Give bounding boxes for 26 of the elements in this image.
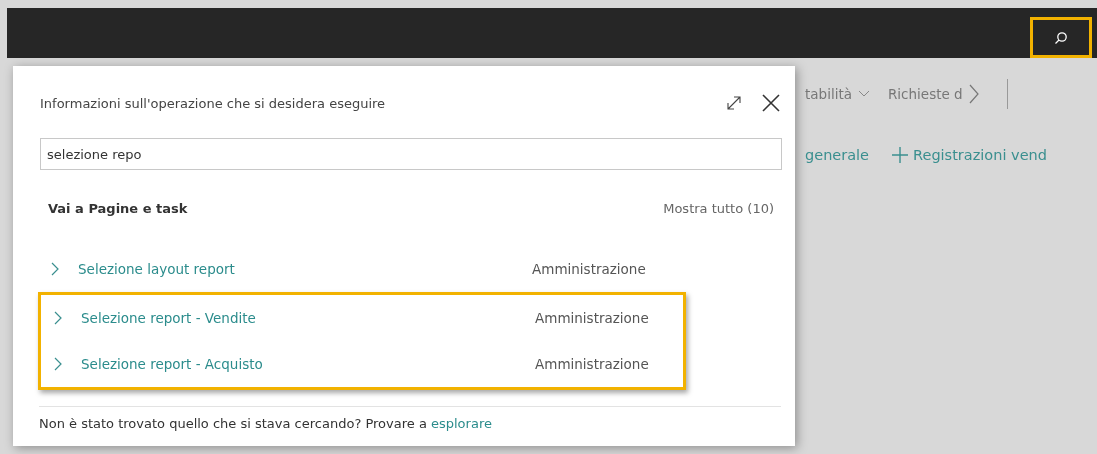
explore-link[interactable]: esplorare bbox=[431, 416, 492, 431]
chevron-right-icon bbox=[968, 84, 979, 104]
result-link[interactable]: Selezione layout report bbox=[78, 261, 514, 277]
action-link[interactable]: generale bbox=[805, 146, 870, 164]
nav-menu-item[interactable]: Richieste d bbox=[887, 84, 979, 104]
footer-text: Non è stato trovato quello che si stava cercando? Provare a esplorare bbox=[39, 406, 781, 431]
result-link[interactable]: Selezione report - Acquisto bbox=[81, 356, 517, 372]
chevron-down-icon bbox=[857, 90, 870, 98]
plus-icon bbox=[891, 146, 910, 164]
nav-menu-item[interactable]: tabilità bbox=[805, 86, 870, 102]
section-title: Vai a Pagine e task bbox=[48, 200, 188, 216]
result-link[interactable]: Selezione report - Vendite bbox=[81, 310, 517, 326]
search-icon bbox=[1054, 30, 1068, 45]
show-all-link[interactable]: Mostra tutto (10) bbox=[663, 200, 774, 216]
chevron-icon bbox=[53, 356, 63, 372]
action-link[interactable]: Registrazioni vend bbox=[891, 146, 1047, 164]
result-category: Amministrazione bbox=[535, 356, 649, 372]
chevron-icon bbox=[53, 310, 63, 326]
dialog-title: Informazioni sull'operazione che si desidera eseguire bbox=[40, 95, 387, 111]
close-icon[interactable] bbox=[761, 93, 781, 113]
search-field[interactable]: selezione repo bbox=[40, 138, 782, 170]
result-category: Amministrazione bbox=[535, 310, 649, 326]
expand-icon[interactable] bbox=[725, 94, 743, 112]
chevron-icon bbox=[50, 261, 60, 277]
result-category: Amministrazione bbox=[532, 261, 646, 277]
search-button[interactable] bbox=[1030, 17, 1092, 58]
